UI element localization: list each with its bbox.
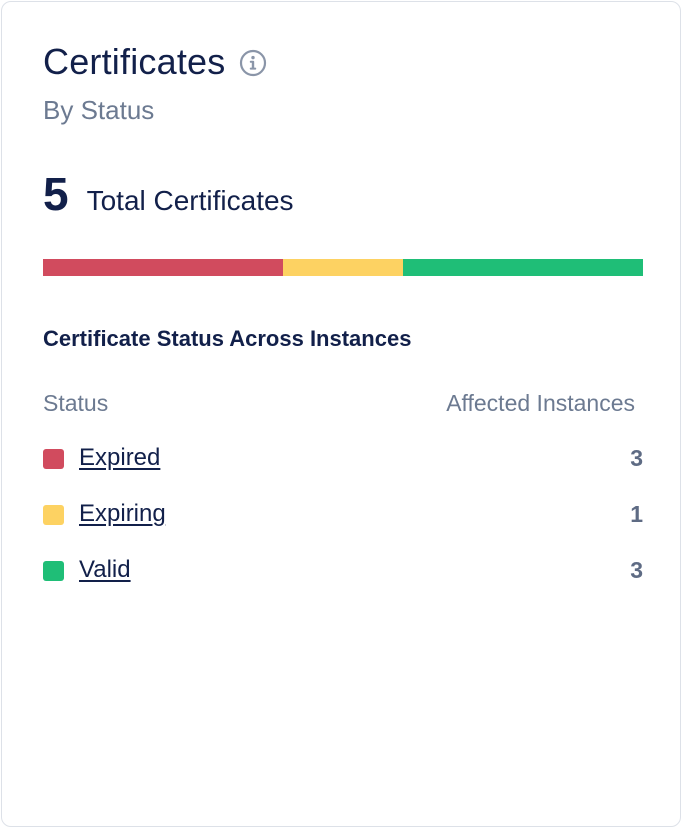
status-distribution-bar	[43, 259, 643, 276]
column-header-affected-instances: Affected Instances	[446, 390, 635, 416]
status-row-expired: Expired 3	[43, 442, 643, 498]
column-header-status: Status	[43, 390, 109, 416]
card-header: Certificates	[43, 40, 267, 84]
status-link-valid[interactable]: Valid	[79, 554, 131, 586]
status-link-expiring[interactable]: Expiring	[79, 498, 166, 530]
total-count: 5	[43, 168, 69, 220]
status-count-valid: 3	[630, 557, 643, 583]
legend-swatch-valid	[43, 561, 64, 581]
status-list: Expired 3 Expiring 1 Valid 3	[43, 442, 643, 610]
status-count-expired: 3	[630, 445, 643, 471]
total-summary: 5 Total Certificates	[43, 166, 294, 222]
status-link-expired[interactable]: Expired	[79, 442, 160, 474]
status-bar-segment-valid	[403, 259, 643, 276]
certificates-card: Certificates By Status 5 Total Certifica…	[1, 1, 681, 827]
legend-swatch-expiring	[43, 505, 64, 525]
status-bar-segment-expiring	[283, 259, 403, 276]
status-bar-segment-expired	[43, 259, 283, 276]
card-title: Certificates	[43, 41, 226, 82]
info-icon[interactable]	[239, 49, 267, 77]
status-row-expiring: Expiring 1	[43, 498, 643, 554]
card-subtitle: By Status	[43, 95, 155, 125]
status-count-expiring: 1	[630, 501, 643, 527]
breakdown-title: Certificate Status Across Instances	[43, 326, 412, 351]
status-row-valid: Valid 3	[43, 554, 643, 610]
total-label: Total Certificates	[86, 185, 294, 216]
legend-swatch-expired	[43, 449, 64, 469]
